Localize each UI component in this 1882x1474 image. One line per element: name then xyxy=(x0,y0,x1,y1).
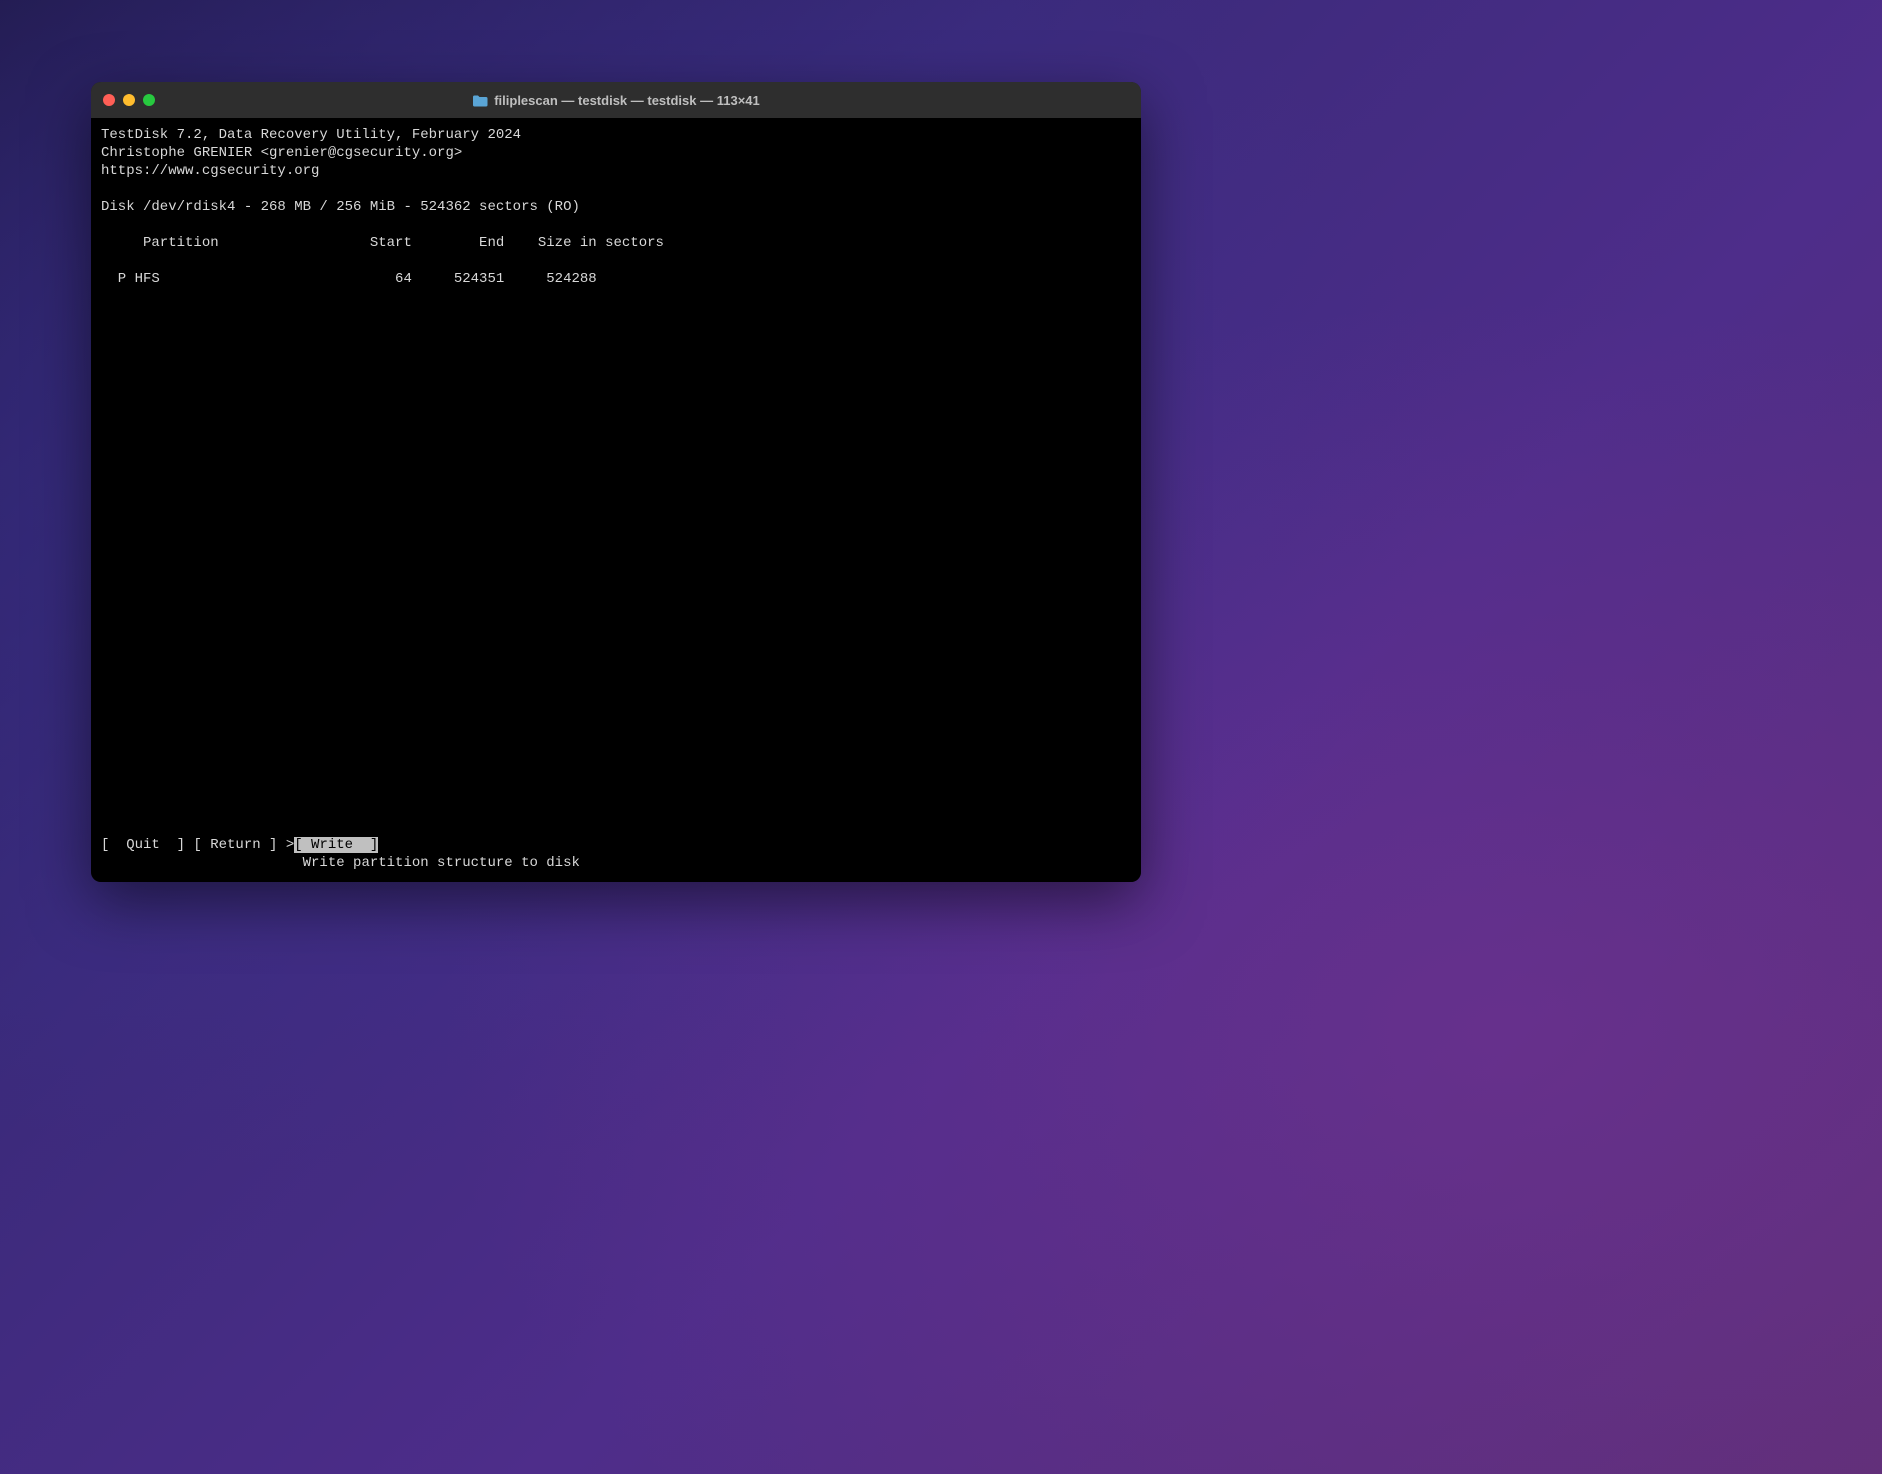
quit-button[interactable]: [ Quit ] xyxy=(101,837,193,853)
terminal-window: filiplescan — testdisk — testdisk — 113×… xyxy=(91,82,1141,882)
partition-row[interactable]: P HFS 64 524351 524288 xyxy=(101,271,597,287)
terminal-body[interactable]: TestDisk 7.2, Data Recovery Utility, Feb… xyxy=(91,118,1141,882)
selection-marker: > xyxy=(286,837,294,853)
return-button[interactable]: [ Return ] xyxy=(193,837,285,853)
minimize-icon[interactable] xyxy=(123,94,135,106)
write-button[interactable]: [ Write ] xyxy=(294,837,378,853)
disk-info: Disk /dev/rdisk4 - 268 MB / 256 MiB - 52… xyxy=(101,199,580,215)
window-title: filiplescan — testdisk — testdisk — 113×… xyxy=(494,93,760,108)
title-content: filiplescan — testdisk — testdisk — 113×… xyxy=(91,93,1141,108)
titlebar[interactable]: filiplescan — testdisk — testdisk — 113×… xyxy=(91,82,1141,118)
terminal-content: TestDisk 7.2, Data Recovery Utility, Feb… xyxy=(101,126,1131,836)
app-header-line1: TestDisk 7.2, Data Recovery Utility, Feb… xyxy=(101,127,521,143)
partition-table-header: Partition Start End Size in sectors xyxy=(101,235,664,251)
app-header-line2: Christophe GRENIER <grenier@cgsecurity.o… xyxy=(101,145,462,161)
maximize-icon[interactable] xyxy=(143,94,155,106)
help-text: Write partition structure to disk xyxy=(101,854,1131,872)
app-header-line3: https://www.cgsecurity.org xyxy=(101,163,319,179)
folder-icon xyxy=(472,94,488,106)
traffic-lights xyxy=(103,94,155,106)
close-icon[interactable] xyxy=(103,94,115,106)
menu-bar: [ Quit ] [ Return ] >[ Write ] Write par… xyxy=(101,836,1131,872)
